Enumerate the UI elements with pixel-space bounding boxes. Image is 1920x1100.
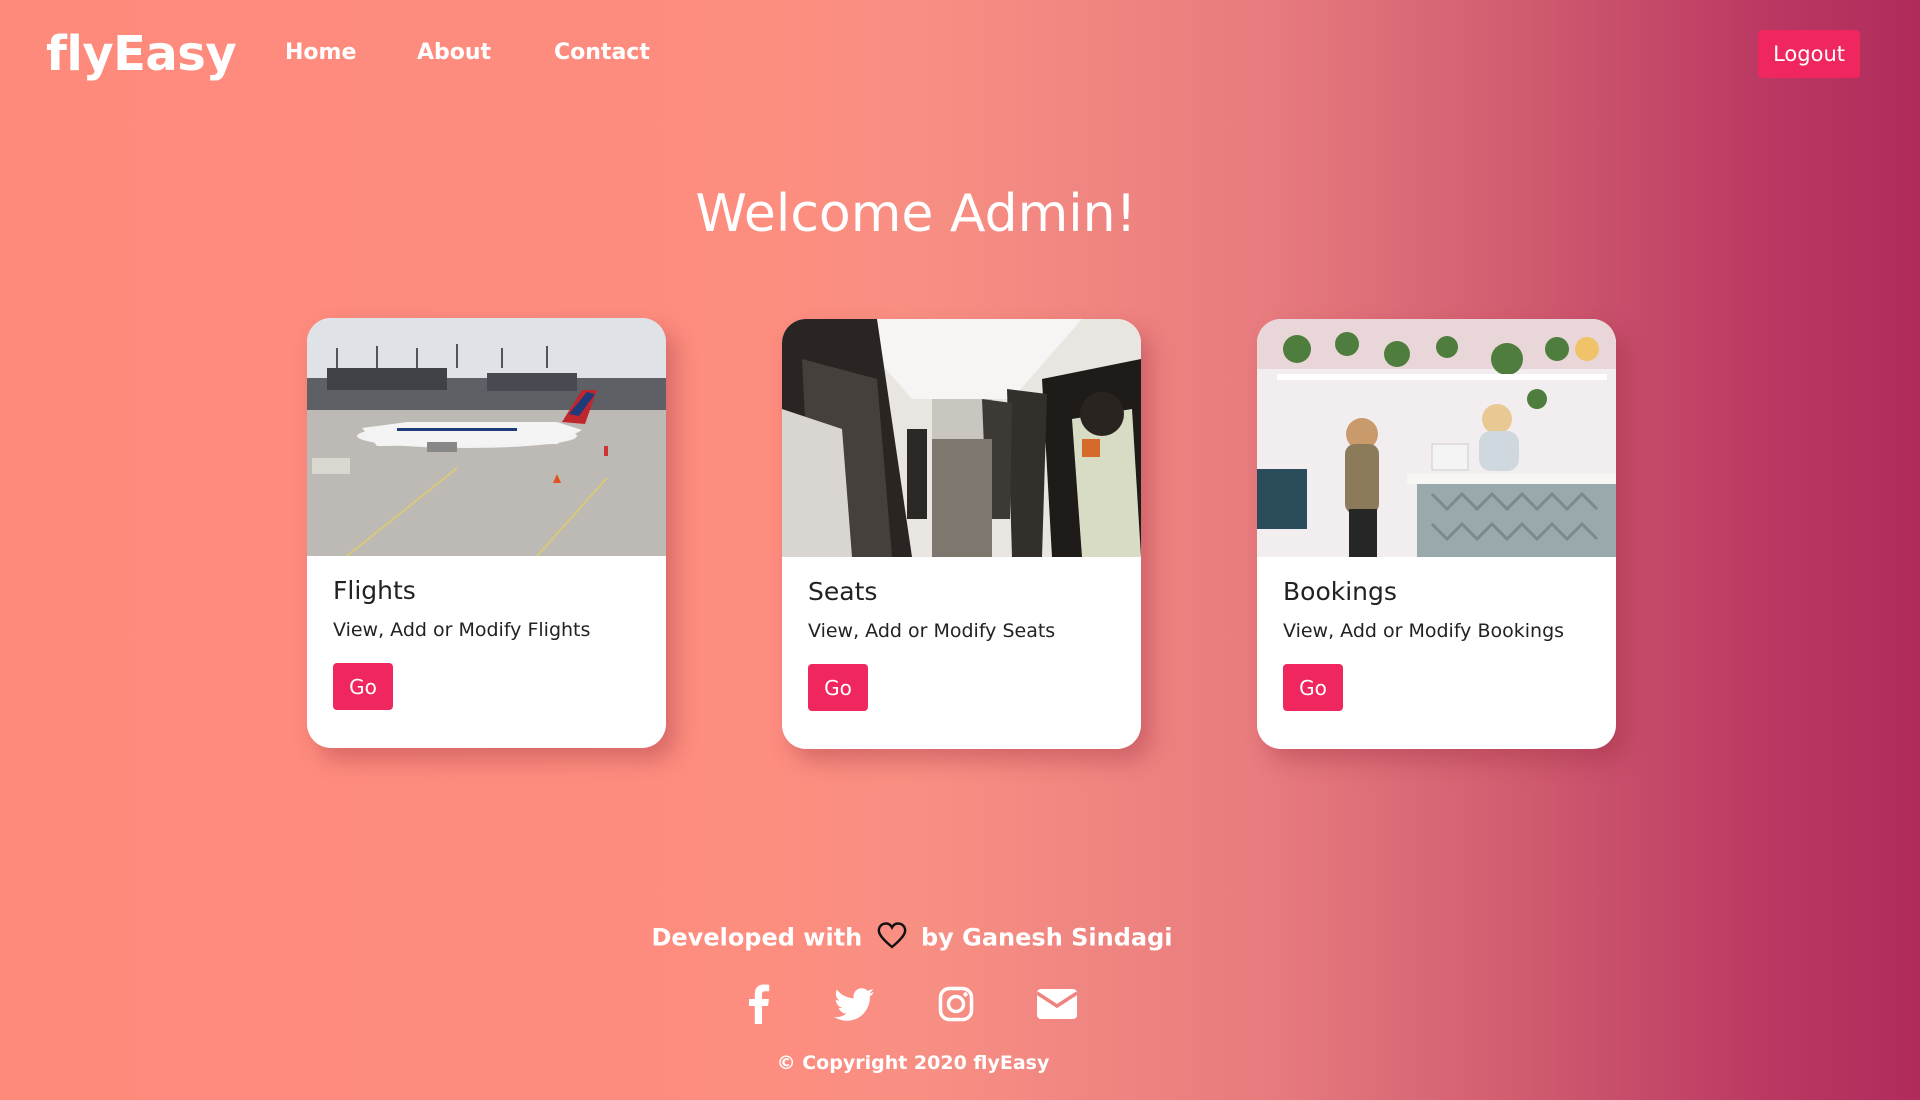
nav-contact-link[interactable]: Contact	[554, 40, 650, 65]
card-description: View, Add or Modify Flights	[333, 619, 591, 641]
seats-go-button[interactable]: Go	[808, 664, 868, 711]
flights-go-button[interactable]: Go	[333, 663, 393, 710]
instagram-icon[interactable]	[938, 986, 974, 1026]
brand-logo[interactable]: flyEasy	[46, 26, 237, 82]
card-description: View, Add or Modify Seats	[808, 620, 1056, 642]
social-links	[0, 984, 1824, 1028]
flights-card: Flights View, Add or Modify Flights Go	[307, 318, 666, 748]
card-title: Flights	[333, 576, 416, 605]
credit-suffix: by Ganesh Sindagi	[920, 923, 1173, 952]
heart-icon	[877, 922, 907, 955]
bookings-go-button[interactable]: Go	[1283, 664, 1343, 711]
card-title: Bookings	[1283, 577, 1397, 606]
card-description: View, Add or Modify Bookings	[1283, 620, 1565, 642]
nav-home-link[interactable]: Home	[285, 40, 356, 65]
navbar: flyEasy Home About Contact Logout	[0, 0, 1920, 108]
card-title: Seats	[808, 577, 878, 606]
seats-card: Seats View, Add or Modify Seats Go	[782, 319, 1141, 749]
footer-credit: Developed with by Ganesh Sindagi	[0, 922, 1824, 955]
facebook-icon[interactable]	[747, 984, 771, 1028]
bookings-card-image	[1257, 319, 1616, 557]
flights-card-image	[307, 318, 666, 556]
twitter-icon[interactable]	[834, 987, 875, 1025]
credit-prefix: Developed with	[651, 923, 863, 952]
copyright: © Copyright 2020 flyEasy	[776, 1052, 1050, 1074]
page-title: Welcome Admin!	[695, 184, 1137, 244]
envelope-icon[interactable]	[1035, 989, 1078, 1023]
seats-card-image	[782, 319, 1141, 557]
nav-about-link[interactable]: About	[417, 40, 491, 65]
bookings-card: Bookings View, Add or Modify Bookings Go	[1257, 319, 1616, 749]
logout-button[interactable]: Logout	[1758, 30, 1860, 78]
